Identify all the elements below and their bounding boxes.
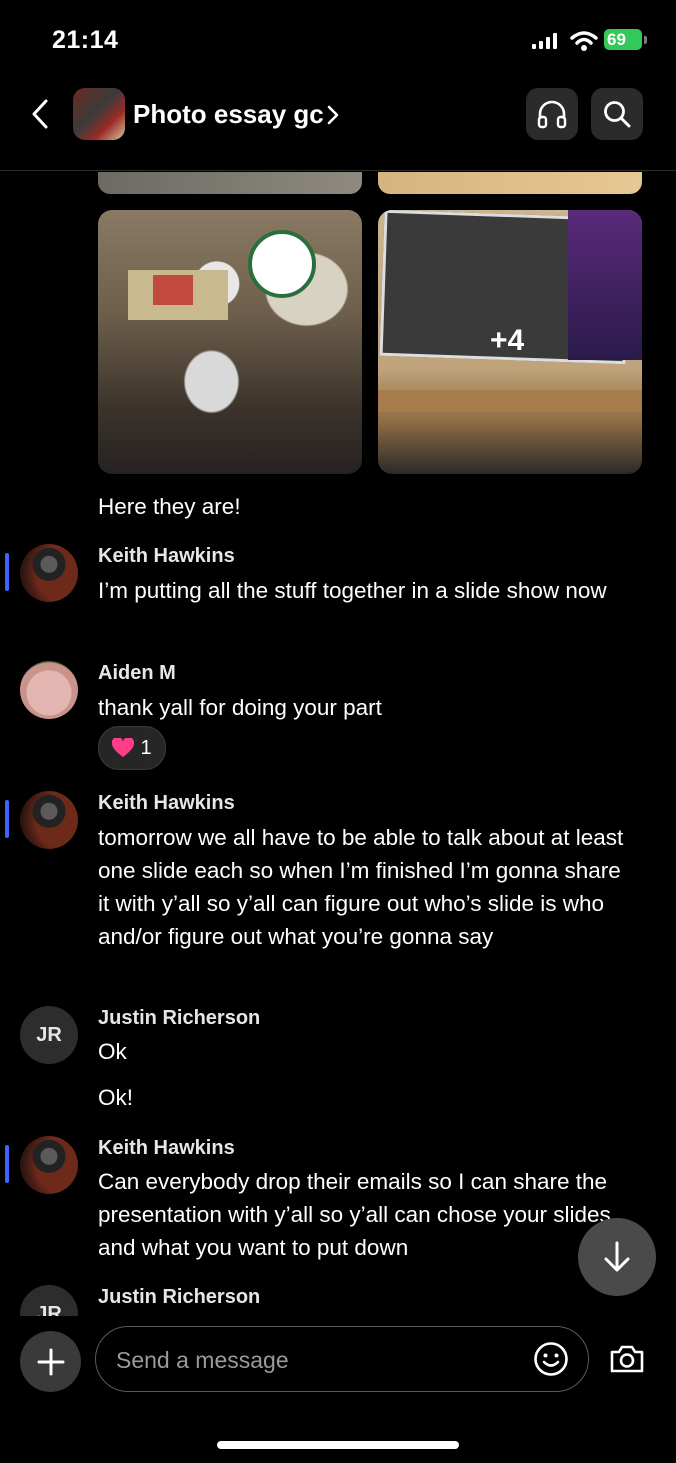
sender-name: Keith Hawkins: [98, 545, 235, 567]
message-text: Here they are!: [98, 494, 241, 519]
arrow-down-icon: [604, 1241, 630, 1272]
battery-level: 69: [607, 30, 626, 49]
chat-title[interactable]: Photo essay gc: [133, 99, 324, 130]
avatar[interactable]: [20, 1136, 78, 1194]
back-chevron-icon[interactable]: [28, 98, 52, 130]
message-field[interactable]: [95, 1326, 589, 1392]
message-text: thank yall for doing your part: [98, 695, 382, 720]
battery-icon: 69: [604, 29, 648, 52]
sender-name: Keith Hawkins: [98, 792, 235, 814]
audio-call-button[interactable]: [526, 88, 578, 140]
scroll-to-bottom-button[interactable]: [578, 1218, 656, 1296]
previous-photo[interactable]: [98, 172, 362, 194]
message-text: Can everybody drop their emails so I can…: [98, 1169, 611, 1260]
sender-name: Aiden M: [98, 662, 176, 684]
message-text: Ok: [98, 1039, 127, 1064]
search-button[interactable]: [591, 88, 643, 140]
avatar-initials: JR: [36, 1023, 62, 1046]
plus-icon: [37, 1348, 64, 1375]
wifi-icon: [570, 31, 598, 51]
status-time: 21:14: [52, 26, 119, 54]
avatar[interactable]: JR: [20, 1006, 78, 1064]
shared-photo[interactable]: [98, 210, 362, 474]
sender-name: Justin Richerson: [98, 1286, 261, 1308]
heart-icon: [112, 738, 135, 757]
add-attachment-button[interactable]: [20, 1331, 81, 1392]
message-text: I’m putting all the stuff together in a …: [98, 578, 607, 603]
sender-name: Justin Richerson: [98, 1007, 261, 1029]
avatar[interactable]: [20, 661, 78, 719]
message-text: Ok!: [98, 1085, 134, 1110]
emoji-icon[interactable]: [533, 1341, 569, 1377]
avatar[interactable]: [20, 791, 78, 849]
unread-marker: [5, 800, 9, 838]
message-input[interactable]: [114, 1341, 518, 1379]
unread-marker: [5, 553, 9, 591]
home-indicator: [217, 1441, 459, 1449]
avatar[interactable]: [20, 544, 78, 602]
search-icon: [604, 101, 631, 128]
more-photos-count: +4: [490, 324, 525, 357]
previous-photo[interactable]: [378, 172, 642, 194]
reaction-count: 1: [140, 736, 152, 759]
chevron-right-icon[interactable]: [326, 104, 340, 126]
message-text: tomorrow we all have to be able to talk …: [98, 825, 624, 949]
camera-icon[interactable]: [609, 1343, 645, 1375]
cellular-signal-icon: [532, 33, 557, 49]
reaction-chip[interactable]: 1: [98, 726, 166, 770]
group-avatar[interactable]: [73, 88, 125, 140]
unread-marker: [5, 1145, 9, 1183]
headphones-icon: [537, 100, 567, 129]
sender-name: Keith Hawkins: [98, 1137, 235, 1159]
